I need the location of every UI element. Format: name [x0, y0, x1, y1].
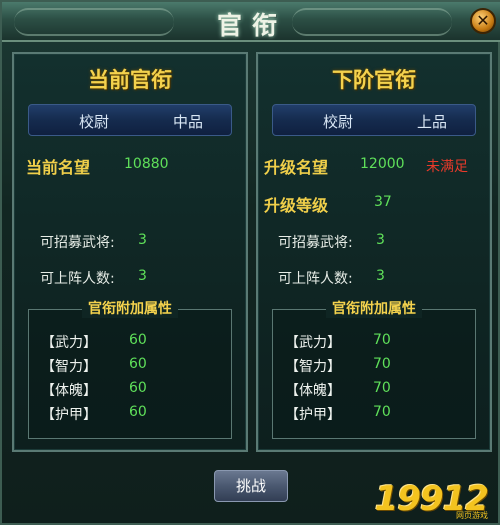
next-attr-value: 70: [373, 404, 391, 420]
current-attr-name: 【护甲】: [41, 407, 97, 423]
current-lineup-label: 可上阵人数:: [40, 271, 115, 287]
window-title: 官衔: [216, 11, 287, 40]
next-lineup-value: 3: [376, 268, 385, 284]
current-rank-heading: 当前官衔: [88, 68, 172, 92]
next-attr-title: 官衔附加属性: [326, 298, 422, 318]
current-attr-name: 【体魄】: [41, 383, 97, 399]
next-recruit-value: 3: [376, 232, 385, 248]
current-rank-panel: 当前官衔 校尉 中品 当前名望 10880 可招募武将: 3 可上阵人数: 3 …: [12, 52, 248, 452]
current-rank-bar: 校尉 中品: [28, 104, 232, 136]
current-attr-value: 60: [129, 332, 147, 348]
current-recruit-label: 可招募武将:: [40, 235, 115, 251]
challenge-button[interactable]: 挑战: [214, 470, 288, 502]
next-attr-name: 【智力】: [285, 359, 341, 375]
current-attr-title: 官衔附加属性: [82, 298, 178, 318]
current-attr-box: 官衔附加属性 【武力】 60 【智力】 60 【体魄】 60 【护甲】 60: [28, 298, 232, 439]
next-attr-name: 【体魄】: [285, 383, 341, 399]
next-rank-panel: 下阶官衔 校尉 上品 升级名望 12000 未满足 升级等级 37 可招募武将:…: [256, 52, 492, 452]
current-attr-name: 【武力】: [41, 335, 97, 351]
next-fame-status: 未满足: [426, 159, 468, 175]
next-rank-grade: 上品: [416, 113, 447, 131]
next-attr-name: 【护甲】: [285, 407, 341, 423]
next-attr-value: 70: [373, 356, 391, 372]
next-rank-bar: 校尉 上品: [272, 104, 476, 136]
next-fame-label: 升级名望: [264, 158, 329, 177]
next-attr-box: 官衔附加属性 【武力】 70 【智力】 70 【体魄】 70 【护甲】 70: [272, 298, 476, 439]
close-button[interactable]: ✕: [470, 8, 496, 34]
next-attr-value: 70: [373, 380, 391, 396]
next-attr-value: 70: [373, 332, 391, 348]
current-recruit-value: 3: [138, 232, 147, 248]
title-bar: 官衔 ✕: [2, 2, 500, 42]
current-attr-value: 60: [129, 404, 147, 420]
current-attr-value: 60: [129, 380, 147, 396]
current-rank-name: 校尉: [79, 113, 110, 131]
current-fame-label: 当前名望: [26, 158, 91, 177]
current-lineup-value: 3: [138, 268, 147, 284]
current-attr-value: 60: [129, 356, 147, 372]
next-lineup-label: 可上阵人数:: [278, 271, 353, 287]
current-attr-name: 【智力】: [41, 359, 97, 375]
next-rank-name: 校尉: [323, 113, 354, 131]
close-icon: ✕: [476, 11, 490, 30]
current-rank-grade: 中品: [172, 113, 203, 131]
next-attr-name: 【武力】: [285, 335, 341, 351]
next-level-label: 升级等级: [264, 196, 329, 215]
current-fame-value: 10880: [124, 156, 169, 172]
next-fame-value: 12000: [360, 156, 405, 172]
rank-window: 官衔 ✕ 当前官衔 校尉 中品 当前名望 10880 可招募武将: 3 可上阵人…: [0, 0, 500, 525]
next-level-value: 37: [374, 194, 392, 210]
next-recruit-label: 可招募武将:: [278, 235, 353, 251]
next-rank-heading: 下阶官衔: [332, 68, 416, 92]
site-watermark-sub: 网页游戏: [456, 511, 488, 520]
